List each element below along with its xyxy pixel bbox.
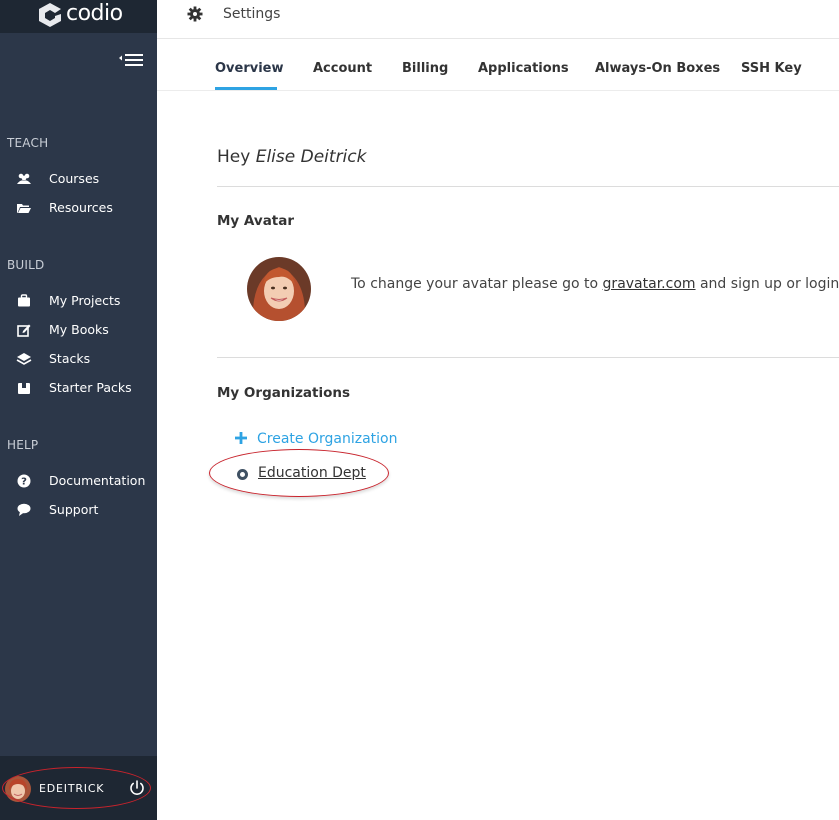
sidebar-item-my-books[interactable]: My Books [0,317,157,343]
organization-name[interactable]: Education Dept [258,465,366,481]
tab-overview[interactable]: Overview [215,61,284,76]
sidebar-item-resources[interactable]: Resources [0,195,157,221]
tab-ssh-key[interactable]: SSH Key [741,61,802,76]
edit-icon [17,324,31,337]
sidebar-item-my-projects[interactable]: My Projects [0,288,157,314]
package-icon [18,383,30,394]
section-title-teach: TEACH [7,136,49,150]
tab-always-on-boxes[interactable]: Always-On Boxes [595,61,720,76]
gear-icon [187,6,203,22]
collapse-menu-icon[interactable] [117,52,145,70]
codio-logo-icon [39,3,61,27]
page-title: Settings [223,6,281,22]
briefcase-icon [18,294,30,307]
avatar-instructions: To change your avatar please go to grava… [351,276,839,292]
brand-name[interactable]: codio [66,0,123,28]
sidebar-item-label: Courses [49,171,100,186]
divider [217,357,839,358]
organizations-section-heading: My Organizations [217,385,351,401]
user-full-name: Elise Deitrick [255,147,367,167]
circle-icon [237,469,248,480]
sidebar-item-support[interactable]: Support [0,497,157,523]
create-organization-label: Create Organization [257,431,398,447]
user-bar: EDEITRICK [0,756,157,820]
svg-text:?: ? [21,477,27,488]
sidebar-item-documentation[interactable]: ? Documentation [0,468,157,494]
top-header: Settings [157,0,839,39]
sidebar-item-label: Support [49,502,99,517]
logo-bar: codio [0,0,157,33]
username-label[interactable]: EDEITRICK [39,782,104,795]
avatar-section-heading: My Avatar [217,213,295,229]
question-circle-icon: ? [17,474,31,488]
divider [217,186,839,187]
section-title-build: BUILD [7,258,45,272]
section-title-help: HELP [7,438,39,452]
greeting-prefix: Hey [217,147,251,167]
gravatar-link[interactable]: gravatar.com [603,276,696,292]
avatar-text-after: and sign up or login with [699,276,839,292]
sidebar-item-courses[interactable]: Courses [0,166,157,192]
tab-applications[interactable]: Applications [478,61,569,76]
folder-open-icon [17,204,31,213]
settings-tabs: Overview Account Billing Applications Al… [157,39,839,91]
chat-bubble-icon [17,503,31,516]
plus-icon [235,432,247,444]
sidebar-item-label: Stacks [49,351,91,366]
avatar-text-before: To change your avatar please go to [351,276,603,292]
sidebar: codio TEACH Courses Resources BUILD My P… [0,0,157,820]
tab-billing[interactable]: Billing [402,61,448,76]
sidebar-item-starter-packs[interactable]: Starter Packs [0,375,157,401]
active-tab-indicator [215,87,277,90]
greeting-heading: Hey Elise Deitrick [217,147,366,167]
avatar[interactable] [5,776,31,802]
layers-icon [16,353,32,365]
organization-item[interactable]: Education Dept [237,464,377,484]
sidebar-item-label: My Books [49,322,109,337]
sidebar-item-label: My Projects [49,293,121,308]
tab-account[interactable]: Account [313,61,372,76]
sidebar-item-stacks[interactable]: Stacks [0,346,157,372]
sidebar-item-label: Documentation [49,473,146,488]
power-icon[interactable] [128,779,146,797]
sidebar-item-label: Starter Packs [49,380,132,395]
users-icon [17,173,31,184]
sidebar-item-label: Resources [49,200,113,215]
profile-avatar [247,257,311,321]
